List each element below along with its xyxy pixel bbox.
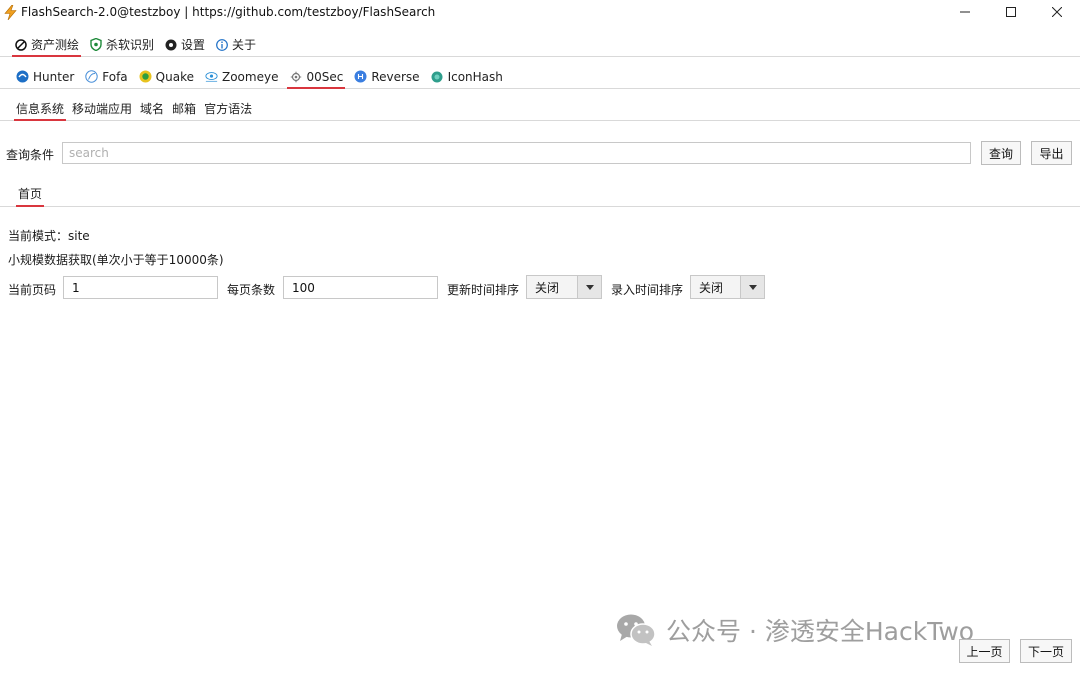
minimize-icon (960, 11, 970, 13)
tab-label: 信息系统 (16, 102, 65, 116)
close-icon (1052, 7, 1062, 17)
tab-label: 资产测绘 (31, 38, 80, 52)
tab-label: 官方语法 (204, 102, 253, 116)
watermark-text: 公众号 · 渗透安全HackTwo (666, 617, 975, 646)
page-number-label: 当前页码 (8, 283, 57, 297)
maximize-icon (1006, 7, 1016, 17)
tab-label: 00Sec (306, 69, 344, 84)
query-button[interactable]: 查询 (981, 141, 1021, 165)
tab-zoomeye[interactable]: Zoomeye (201, 65, 282, 88)
prev-page-button[interactable]: 上一页 (959, 639, 1010, 663)
fofa-icon (85, 70, 98, 83)
export-button[interactable]: 导出 (1031, 141, 1072, 165)
entry-sort-select[interactable]: 关闭 (690, 275, 765, 299)
tab-00sec[interactable]: 00Sec (285, 65, 347, 89)
tab-label: 关于 (232, 38, 257, 52)
compass-icon (14, 38, 27, 51)
hunter-icon (16, 70, 29, 83)
update-sort-label: 更新时间排序 (447, 283, 520, 297)
chevron-down-icon (577, 276, 601, 298)
per-page-input[interactable] (283, 276, 438, 299)
title-bar: FlashSearch-2.0@testzboy | https://githu… (0, 0, 1080, 24)
page-number-input[interactable] (63, 276, 218, 299)
current-mode-text: 当前模式：site (8, 229, 90, 243)
tab-label: 域名 (140, 102, 165, 116)
zoomeye-icon (205, 70, 218, 83)
tab-label: 杀软识别 (106, 38, 155, 52)
tab-label: Hunter (33, 69, 75, 84)
shield-icon (89, 38, 102, 51)
tab-label: Fofa (102, 69, 128, 84)
wechat-icon (616, 613, 656, 647)
tab-reverse[interactable]: Reverse (350, 65, 423, 88)
tab-official-syntax[interactable]: 官方语法 (200, 97, 256, 120)
tab-home[interactable]: 首页 (14, 181, 46, 207)
main-tab-bar: 资产测绘 杀软识别 设置 关于 (0, 33, 1080, 57)
small-scale-text: 小规模数据获取(单次小于等于10000条) (8, 253, 224, 267)
select-value: 关闭 (699, 280, 724, 295)
lightning-icon (2, 4, 18, 20)
query-label: 查询条件 (6, 148, 55, 162)
tab-asset-mapping[interactable]: 资产测绘 (10, 33, 83, 57)
tab-email[interactable]: 邮箱 (168, 97, 200, 120)
tab-fofa[interactable]: Fofa (81, 65, 131, 88)
info-icon (215, 38, 228, 51)
next-page-button[interactable]: 下一页 (1020, 639, 1072, 663)
tab-label: 移动端应用 (72, 102, 133, 116)
quake-icon (139, 70, 152, 83)
iconhash-icon (431, 70, 444, 83)
select-value: 关闭 (535, 280, 560, 295)
tab-label: 首页 (18, 187, 43, 201)
tab-label: 邮箱 (172, 102, 197, 116)
tab-mobile-app[interactable]: 移动端应用 (68, 97, 136, 120)
close-button[interactable] (1034, 0, 1080, 24)
tab-info-system[interactable]: 信息系统 (12, 97, 68, 121)
per-page-label: 每页条数 (227, 283, 276, 297)
tab-about[interactable]: 关于 (211, 33, 260, 56)
minimize-button[interactable] (942, 0, 988, 24)
tab-label: Quake (155, 69, 194, 84)
tab-iconhash[interactable]: IconHash (427, 65, 507, 88)
entry-sort-label: 录入时间排序 (611, 283, 684, 297)
tab-antivirus-detect[interactable]: 杀软识别 (85, 33, 158, 56)
search-input[interactable] (62, 142, 971, 164)
result-tab-bar: 首页 (0, 181, 1080, 207)
tab-label: Reverse (371, 69, 420, 84)
category-tab-bar: 信息系统 移动端应用 域名 邮箱 官方语法 (0, 97, 1080, 121)
chevron-down-icon (740, 276, 764, 298)
tab-domain[interactable]: 域名 (136, 97, 168, 120)
gear-icon (164, 38, 177, 51)
maximize-button[interactable] (988, 0, 1034, 24)
reverse-icon (354, 70, 367, 83)
tab-quake[interactable]: Quake (135, 65, 198, 88)
update-sort-select[interactable]: 关闭 (526, 275, 602, 299)
window-title: FlashSearch-2.0@testzboy | https://githu… (21, 5, 436, 19)
tab-label: IconHash (447, 69, 503, 84)
tab-hunter[interactable]: Hunter (12, 65, 78, 88)
window-controls (942, 0, 1080, 24)
engine-tab-bar: Hunter Fofa Quake Zoomeye 00Sec Reverse (0, 65, 1080, 89)
gear-outline-icon (289, 70, 302, 83)
tab-label: 设置 (181, 38, 206, 52)
watermark: 公众号 · 渗透安全HackTwo (616, 612, 974, 648)
tab-label: Zoomeye (221, 69, 279, 84)
tab-settings[interactable]: 设置 (160, 33, 209, 56)
